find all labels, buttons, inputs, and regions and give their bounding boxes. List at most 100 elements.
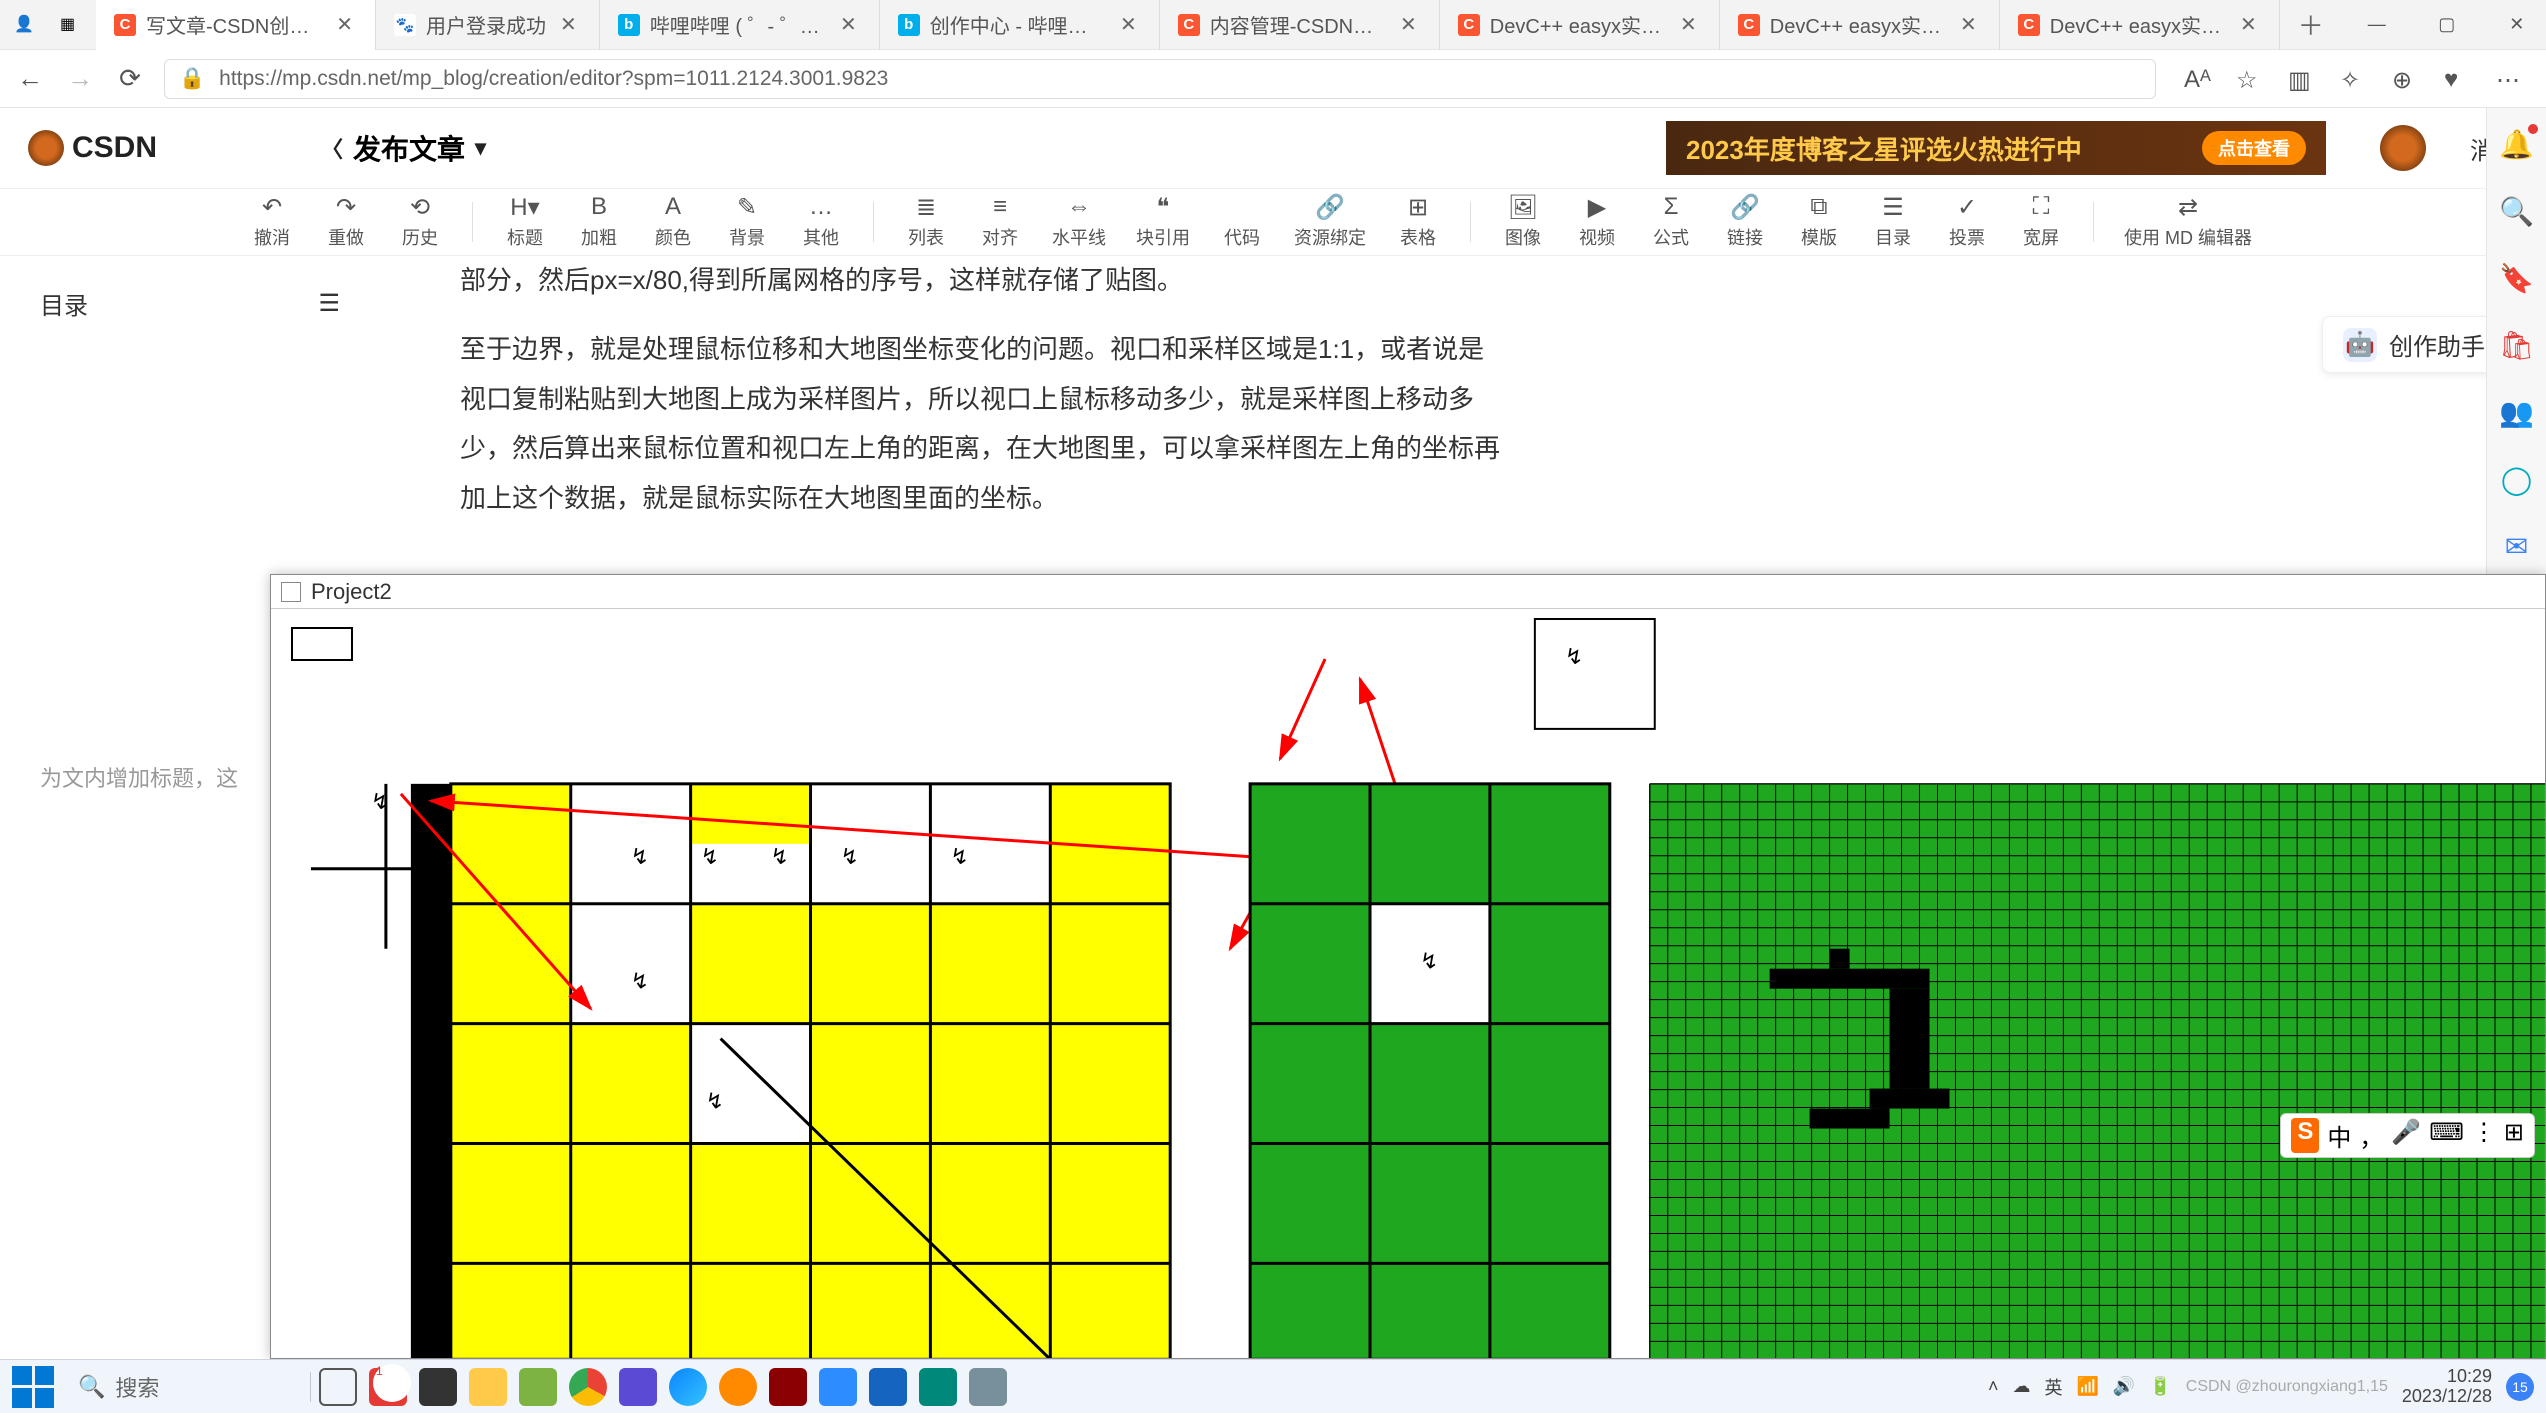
toolbar-button[interactable]: …其他 bbox=[799, 194, 843, 250]
app-icon[interactable] bbox=[769, 1368, 807, 1406]
ime-item[interactable]: 🎤 bbox=[2391, 1118, 2421, 1153]
outline-toggle-icon[interactable]: ☰ bbox=[318, 289, 340, 318]
toolbar-button[interactable]: B加粗 bbox=[577, 194, 621, 250]
new-tab-button[interactable]: ＋ bbox=[2280, 6, 2342, 43]
toolbar-button[interactable]: ⛶宽屏 bbox=[2019, 194, 2063, 250]
shopping-icon[interactable]: 🛍 bbox=[2499, 329, 2535, 362]
maximize-button[interactable]: ▢ bbox=[2412, 0, 2482, 50]
toolbar-button[interactable]: 🔗链接 bbox=[1723, 194, 1767, 250]
close-tab-icon[interactable]: ✕ bbox=[836, 12, 861, 37]
browser-tab[interactable]: C内容管理-CSDN创作✕ bbox=[1160, 0, 1440, 50]
wifi-icon[interactable]: 📶 bbox=[2077, 1376, 2099, 1397]
close-tab-icon[interactable]: ✕ bbox=[1676, 12, 1701, 37]
sync-icon[interactable]: ♥ bbox=[2444, 66, 2470, 92]
toolbar-button[interactable]: ⊞表格 bbox=[1396, 194, 1440, 250]
start-button[interactable] bbox=[12, 1366, 54, 1408]
app-icon[interactable] bbox=[919, 1368, 957, 1406]
promo-banner[interactable]: 2023年度博客之星评选火热进行中 点击查看 bbox=[1666, 121, 2326, 175]
taskview-icon[interactable] bbox=[319, 1368, 357, 1406]
csdn-logo[interactable]: CSDN bbox=[28, 130, 157, 166]
collections-icon[interactable]: ▥ bbox=[2288, 66, 2314, 92]
ime-bar[interactable]: S中，🎤⌨⋮⊞ bbox=[2280, 1113, 2535, 1158]
zoom-icon[interactable] bbox=[819, 1368, 857, 1406]
profile-icon[interactable]: 👤 bbox=[14, 14, 36, 36]
toolbar-button[interactable]: ⧉模版 bbox=[1797, 194, 1841, 250]
favorite-icon[interactable]: ☆ bbox=[2236, 66, 2262, 92]
volume-icon[interactable]: 🔊 bbox=[2113, 1376, 2135, 1397]
search-icon[interactable]: 🔍 bbox=[2499, 195, 2534, 228]
tray-overflow-icon[interactable]: ˄ bbox=[1988, 1376, 1999, 1397]
app-icon[interactable] bbox=[419, 1368, 457, 1406]
toolbar-button[interactable]: ↶撤消 bbox=[250, 194, 294, 250]
close-tab-icon[interactable]: ✕ bbox=[556, 12, 581, 37]
extensions-icon[interactable]: ✧ bbox=[2340, 66, 2366, 92]
toolbar-button[interactable]: ⇄使用 MD 编辑器 bbox=[2124, 194, 2252, 250]
assistant-widget[interactable]: 🤖 创作助手 bbox=[2322, 316, 2506, 373]
toolbar-button[interactable]: 代码 bbox=[1220, 194, 1264, 250]
app-icon[interactable] bbox=[519, 1368, 557, 1406]
toolbar-button[interactable]: ✓投票 bbox=[1945, 194, 1989, 250]
taskbar-search[interactable]: 🔍 搜索 bbox=[62, 1371, 302, 1403]
devcpp-icon[interactable] bbox=[869, 1368, 907, 1406]
tag-icon[interactable]: 🔖 bbox=[2499, 262, 2534, 295]
language-icon[interactable]: 英 bbox=[2045, 1374, 2063, 1400]
toolbar-button[interactable]: ≡对齐 bbox=[978, 194, 1022, 250]
close-tab-icon[interactable]: ✕ bbox=[332, 12, 357, 37]
clock[interactable]: 10:29 2023/12/28 bbox=[2402, 1367, 2492, 1407]
explorer-icon[interactable] bbox=[469, 1368, 507, 1406]
project-titlebar[interactable]: Project2 bbox=[271, 575, 2545, 609]
battery-icon[interactable]: 🔋 bbox=[2149, 1376, 2171, 1397]
outlook-icon[interactable]: ✉ bbox=[2505, 530, 2528, 563]
toolbar-button[interactable]: A颜色 bbox=[651, 194, 695, 250]
browser-tab[interactable]: b创作中心 - 哔哩哔哩✕ bbox=[880, 0, 1160, 50]
back-button[interactable]: ← bbox=[14, 63, 46, 95]
close-tab-icon[interactable]: ✕ bbox=[1116, 12, 1141, 37]
system-tray[interactable]: ˄ ☁ 英 📶 🔊 🔋 CSDN @zhourongxiang1,15 10:2… bbox=[1988, 1367, 2534, 1407]
browser-tab[interactable]: 🐾用户登录成功✕ bbox=[376, 0, 600, 50]
notifications-icon[interactable]: 15 bbox=[2506, 1373, 2534, 1401]
toolbar-button[interactable]: ⟲历史 bbox=[398, 194, 442, 250]
refresh-button[interactable]: ⟳ bbox=[114, 63, 146, 95]
toolbar-button[interactable]: ≣列表 bbox=[904, 194, 948, 250]
close-tab-icon[interactable]: ✕ bbox=[1396, 12, 1421, 37]
close-window-button[interactable]: ✕ bbox=[2482, 0, 2546, 50]
toolbar-button[interactable]: ↷重做 bbox=[324, 194, 368, 250]
close-tab-icon[interactable]: ✕ bbox=[2236, 12, 2261, 37]
browser-tab[interactable]: CDevC++ easyx实现地✕ bbox=[2000, 0, 2280, 50]
publish-dropdown[interactable]: 〈 发布文章 ▾ bbox=[321, 128, 486, 168]
toolbar-button[interactable]: ✎背景 bbox=[725, 194, 769, 250]
people-icon[interactable]: 👥 bbox=[2499, 396, 2534, 429]
minimize-button[interactable]: — bbox=[2342, 0, 2412, 50]
ime-item[interactable]: 中 bbox=[2327, 1118, 2351, 1153]
browser-tab[interactable]: CDevC++ easyx实现地✕ bbox=[1720, 0, 2000, 50]
ime-item[interactable]: ⊞ bbox=[2504, 1118, 2524, 1153]
banner-cta-button[interactable]: 点击查看 bbox=[2202, 131, 2306, 165]
toolbar-button[interactable]: H▾标题 bbox=[503, 194, 547, 250]
app-icon[interactable] bbox=[719, 1368, 757, 1406]
menu-icon[interactable]: ⋯ bbox=[2496, 66, 2522, 92]
app-icon[interactable]: ⊕ bbox=[2392, 66, 2418, 92]
user-avatar[interactable] bbox=[2380, 125, 2426, 171]
browser-tab[interactable]: CDevC++ easyx实现图✕ bbox=[1440, 0, 1720, 50]
reader-icon[interactable]: Aᴬ bbox=[2184, 66, 2210, 92]
bell-icon[interactable]: 🔔 bbox=[2499, 128, 2534, 161]
app-icon[interactable] bbox=[969, 1368, 1007, 1406]
chrome-icon[interactable] bbox=[569, 1368, 607, 1406]
toolbar-button[interactable]: ▶视频 bbox=[1575, 194, 1619, 250]
toolbar-button[interactable]: Σ公式 bbox=[1649, 194, 1693, 250]
toolbar-button[interactable]: 🖼图像 bbox=[1501, 194, 1545, 250]
ime-item[interactable]: ⌨ bbox=[2429, 1118, 2464, 1153]
onedrive-icon[interactable]: ☁ bbox=[2013, 1376, 2031, 1397]
ime-item[interactable]: S bbox=[2291, 1118, 2319, 1153]
ime-item[interactable]: ， bbox=[2359, 1118, 2383, 1153]
workspaces-icon[interactable]: ▦ bbox=[60, 14, 82, 36]
url-box[interactable]: 🔒 https://mp.csdn.net/mp_blog/creation/e… bbox=[164, 59, 2156, 99]
toolbar-button[interactable]: ⇔水平线 bbox=[1052, 194, 1106, 250]
edge-icon[interactable] bbox=[669, 1368, 707, 1406]
app-icon[interactable]: 1 bbox=[369, 1368, 407, 1406]
office-icon[interactable]: ◯ bbox=[2501, 463, 2532, 496]
app-icon[interactable] bbox=[619, 1368, 657, 1406]
toolbar-button[interactable]: 🔗资源绑定 bbox=[1294, 194, 1366, 250]
close-tab-icon[interactable]: ✕ bbox=[1956, 12, 1981, 37]
toolbar-button[interactable]: ☰目录 bbox=[1871, 194, 1915, 250]
